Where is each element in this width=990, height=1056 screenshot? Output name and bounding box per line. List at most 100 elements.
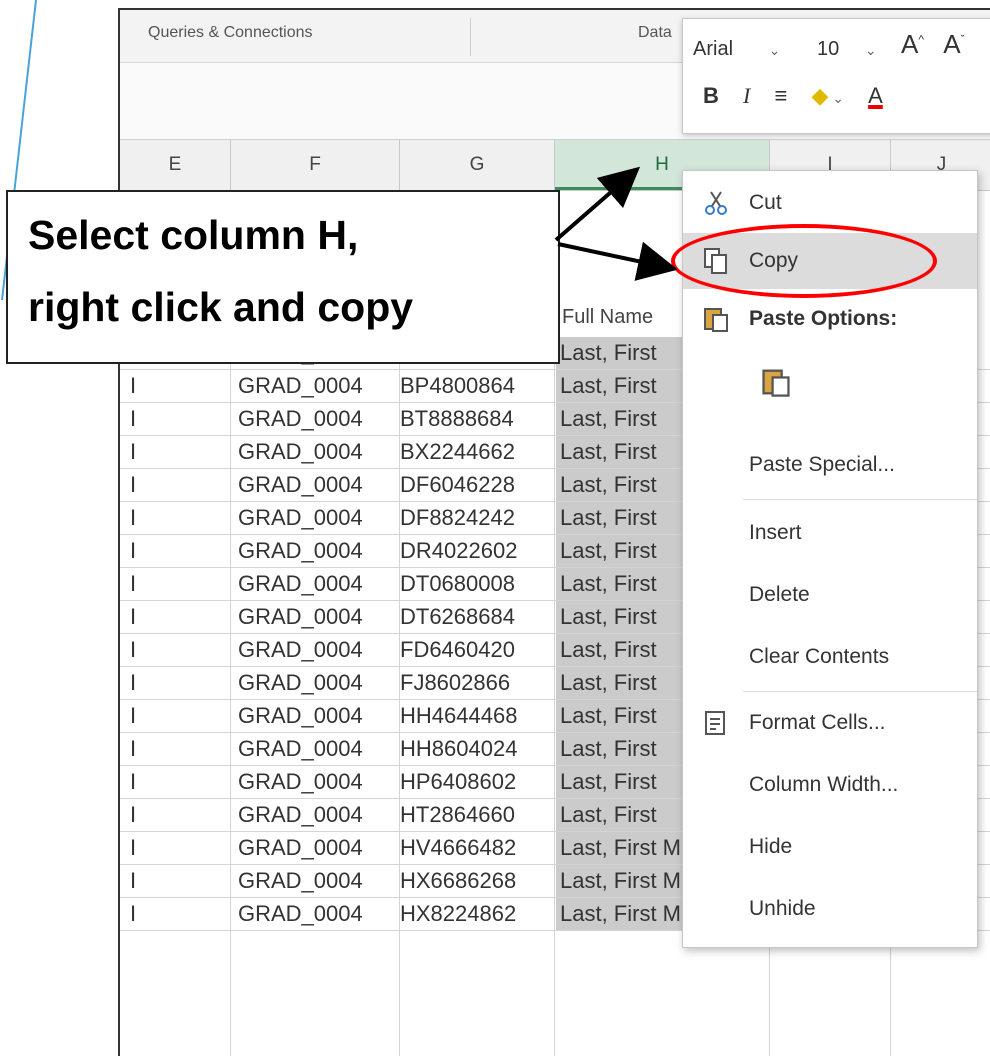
menu-item-paste-special-label: Paste Special...	[749, 453, 895, 476]
cell-g[interactable]: BX2244662	[400, 436, 550, 468]
cell-f[interactable]: GRAD_0004	[238, 832, 398, 864]
cell-e[interactable]: I	[130, 370, 230, 402]
cell-e[interactable]: I	[130, 469, 230, 501]
cell-e[interactable]: I	[130, 832, 230, 864]
font-color-icon: A	[868, 83, 883, 108]
cell-g[interactable]: DR4022602	[400, 535, 550, 567]
paste-icon	[704, 308, 728, 332]
menu-item-column-width[interactable]: Column Width...	[683, 757, 977, 813]
cell-g[interactable]: DT0680008	[400, 568, 550, 600]
instruction-line-2: right click and copy	[28, 284, 414, 330]
cell-e[interactable]: I	[130, 601, 230, 633]
cell-g[interactable]: BP4800864	[400, 370, 550, 402]
cell-f[interactable]: GRAD_0004	[238, 865, 398, 897]
paste-options-heading: Paste Options:	[683, 291, 977, 347]
menu-item-format-cells[interactable]: Format Cells...	[683, 695, 977, 751]
cell-g[interactable]: HX6686268	[400, 865, 550, 897]
menu-item-delete-label: Delete	[749, 583, 810, 606]
cell-e[interactable]: I	[130, 766, 230, 798]
column-header-f[interactable]: F	[231, 140, 400, 190]
cell-g[interactable]: DF8824242	[400, 502, 550, 534]
menu-item-cut[interactable]: Cut	[683, 175, 977, 231]
cell-f[interactable]: GRAD_0004	[238, 370, 398, 402]
fill-color-icon[interactable]: ◆ ⌄	[811, 83, 844, 109]
cell-g[interactable]: BT8888684	[400, 403, 550, 435]
cell-f[interactable]: GRAD_0004	[238, 436, 398, 468]
cell-f[interactable]: GRAD_0004	[238, 733, 398, 765]
menu-item-hide[interactable]: Hide	[683, 819, 977, 875]
cell-g[interactable]: FD6460420	[400, 634, 550, 666]
cell-g[interactable]: HT2864660	[400, 799, 550, 831]
cell-f[interactable]: GRAD_0004	[238, 898, 398, 930]
paste-option-button[interactable]	[683, 347, 977, 417]
cell-e[interactable]: I	[130, 700, 230, 732]
cell-e[interactable]: I	[130, 436, 230, 468]
scissors-icon	[705, 191, 727, 215]
cell-f[interactable]: GRAD_0004	[238, 535, 398, 567]
increase-font-size-button[interactable]: A^	[901, 29, 924, 59]
bold-button[interactable]: B	[703, 83, 719, 109]
chevron-down-icon: ⌄	[768, 42, 781, 58]
cell-e[interactable]: I	[130, 634, 230, 666]
cell-f[interactable]: GRAD_0004	[238, 766, 398, 798]
cell-f[interactable]: GRAD_0004	[238, 700, 398, 732]
cell-e[interactable]: I	[130, 667, 230, 699]
cell-g[interactable]: HV4666482	[400, 832, 550, 864]
cell-f[interactable]: GRAD_0004	[238, 634, 398, 666]
font-name-dropdown[interactable]: Arial ⌄	[693, 33, 803, 65]
cell-e[interactable]: I	[130, 733, 230, 765]
full-name-header-cell[interactable]: Full Name	[562, 306, 653, 329]
menu-item-unhide[interactable]: Unhide	[683, 881, 977, 937]
paste-options-label: Paste Options:	[749, 307, 898, 330]
shrink-font-label: A	[943, 29, 961, 59]
mini-toolbar-format-row: B I ≡ ◆ ⌄ A	[703, 83, 901, 109]
menu-item-clear-contents[interactable]: Clear Contents	[683, 629, 977, 685]
ribbon-queries-connections-label: Queries & Connections	[148, 24, 313, 41]
menu-item-cut-label: Cut	[749, 191, 782, 214]
copy-highlight-ring	[671, 224, 937, 298]
align-center-icon[interactable]: ≡	[774, 83, 787, 109]
cell-g[interactable]: DT6268684	[400, 601, 550, 633]
cell-e[interactable]: I	[130, 898, 230, 930]
cell-e[interactable]: I	[130, 799, 230, 831]
menu-item-paste-special[interactable]: Paste Special...	[683, 437, 977, 493]
ribbon-separator	[470, 18, 471, 56]
column-header-g[interactable]: G	[400, 140, 555, 190]
cell-e[interactable]: I	[130, 502, 230, 534]
cell-e[interactable]: I	[130, 403, 230, 435]
menu-item-format-cells-label: Format Cells...	[749, 711, 886, 734]
cell-f[interactable]: GRAD_0004	[238, 502, 398, 534]
italic-button[interactable]: I	[743, 83, 750, 109]
menu-item-delete[interactable]: Delete	[683, 567, 977, 623]
cell-g[interactable]: HH4644468	[400, 700, 550, 732]
cell-e[interactable]: I	[130, 568, 230, 600]
font-color-button[interactable]: A	[868, 83, 883, 109]
paste-icon	[762, 369, 790, 397]
cell-g[interactable]: HH8604024	[400, 733, 550, 765]
cell-e[interactable]: I	[130, 865, 230, 897]
column-header-e[interactable]: E	[120, 140, 231, 190]
mini-toolbar: Arial ⌄ 10 ⌄ A^ Aˇ B I ≡ ◆ ⌄ A	[682, 18, 990, 134]
grow-font-label: A	[901, 29, 919, 59]
decrease-font-size-button[interactable]: Aˇ	[943, 29, 964, 59]
cell-g[interactable]: FJ8602866	[400, 667, 550, 699]
cell-g[interactable]: HX8224862	[400, 898, 550, 930]
menu-item-insert[interactable]: Insert	[683, 505, 977, 561]
chevron-down-icon: ⌄	[864, 42, 877, 58]
instruction-line-1: Select column H,	[28, 212, 359, 258]
cell-f[interactable]: GRAD_0004	[238, 403, 398, 435]
menu-item-column-width-label: Column Width...	[749, 773, 899, 796]
cell-f[interactable]: GRAD_0004	[238, 601, 398, 633]
cell-f[interactable]: GRAD_0004	[238, 667, 398, 699]
font-size-dropdown[interactable]: 10 ⌄	[817, 33, 887, 65]
cell-f[interactable]: GRAD_0004	[238, 799, 398, 831]
menu-separator	[743, 499, 977, 500]
cell-g[interactable]: HP6408602	[400, 766, 550, 798]
cell-f[interactable]: GRAD_0004	[238, 568, 398, 600]
cell-f[interactable]: GRAD_0004	[238, 469, 398, 501]
menu-item-hide-label: Hide	[749, 835, 793, 858]
ribbon-data-label: Data	[638, 24, 672, 41]
cell-g[interactable]: DF6046228	[400, 469, 550, 501]
cell-e[interactable]: I	[130, 535, 230, 567]
menu-item-unhide-label: Unhide	[749, 897, 816, 920]
